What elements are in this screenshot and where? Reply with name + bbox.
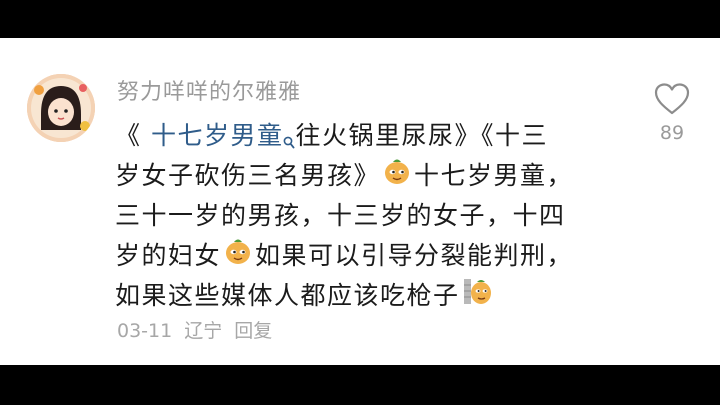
topic-link[interactable]: 十七岁男童 bbox=[151, 121, 284, 150]
reply-button[interactable]: 回复 bbox=[234, 320, 272, 342]
comment-line-5: 如果这些媒体人都应该吃枪子 bbox=[115, 276, 635, 316]
avatar-image bbox=[27, 74, 95, 142]
comment-line-5-text: 如果这些媒体人都应该吃枪子 bbox=[115, 281, 460, 310]
like-count: 89 bbox=[659, 122, 685, 144]
username[interactable]: 努力咩咩的尔雅雅 bbox=[117, 74, 301, 106]
comment-line-2-after: 十七岁男童， bbox=[414, 161, 574, 190]
doge-emoji-icon bbox=[382, 156, 412, 198]
wall-peek-emoji-icon bbox=[462, 276, 492, 318]
comment-line-1: 《 十七岁男童 往火锅里尿尿》《十三 bbox=[115, 116, 635, 156]
heart-outline-icon[interactable] bbox=[653, 83, 691, 120]
comment-line-4: 岁的妇女 如果可以引导分裂能判刑， bbox=[115, 236, 635, 276]
bracket-open: 《 bbox=[115, 121, 151, 150]
comment-card: 努力咩咩的尔雅雅 《 十七岁男童 往火锅里尿尿》《十三 岁女子砍伤三名男孩》 十七岁… bbox=[0, 38, 720, 365]
comment-line-4-text: 岁的妇女 bbox=[115, 241, 222, 270]
comment-line-3: 三十一岁的男孩，十三岁的女子，十四 bbox=[115, 201, 566, 230]
comment-line-2-text: 岁女子砍伤三名男孩》 bbox=[115, 161, 381, 190]
comment-line-1-rest: 往火锅里尿尿》《十三 bbox=[295, 121, 548, 150]
comment-meta: 03-11 辽宁 回复 bbox=[117, 316, 284, 343]
avatar[interactable] bbox=[27, 74, 95, 142]
doge-emoji-icon bbox=[223, 236, 253, 278]
comment-line-2: 岁女子砍伤三名男孩》 十七岁男童， bbox=[115, 156, 635, 196]
like-button[interactable]: 89 bbox=[650, 82, 694, 144]
comment-date: 03-11 bbox=[117, 320, 173, 342]
comment-location: 辽宁 bbox=[184, 320, 223, 342]
comment-text: 《 十七岁男童 往火锅里尿尿》《十三 岁女子砍伤三名男孩》 十七岁男童， 三十一岁的… bbox=[115, 116, 635, 316]
comment-line-4-after: 如果可以引导分裂能判刑， bbox=[255, 241, 574, 270]
